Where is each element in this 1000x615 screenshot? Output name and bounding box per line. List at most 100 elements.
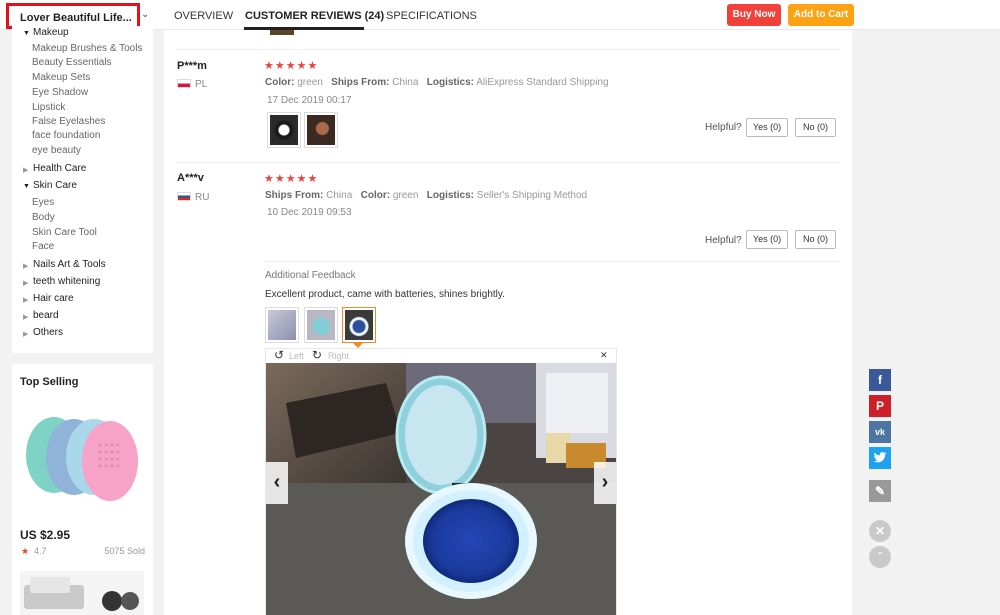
attr-value: Seller's Shipping Method xyxy=(476,190,588,201)
image-viewer: ↺ Left ↻ Right ✕ ‹ › xyxy=(265,348,617,615)
helpful-label: Helpful? xyxy=(705,235,742,246)
close-icon[interactable]: ✕ xyxy=(600,350,608,361)
review-photo-large: ‹ › xyxy=(266,363,616,615)
partial-review-image xyxy=(270,30,294,35)
divider xyxy=(264,261,840,262)
category-teeth-whitening[interactable]: teeth whitening xyxy=(33,276,100,287)
subcategory-item[interactable]: Skin Care Tool xyxy=(32,227,97,238)
buy-now-button[interactable]: Buy Now xyxy=(727,4,781,26)
product-sold-count: 5075 Sold xyxy=(104,546,145,556)
star-icon: ★ xyxy=(21,546,30,556)
reviewer-name: A***v xyxy=(177,172,204,184)
caret-down-icon: ▼ xyxy=(23,183,30,190)
subcategory-item[interactable]: False Eyelashes xyxy=(32,116,105,127)
attr-label: Ships From: xyxy=(265,190,324,201)
scroll-top-icon[interactable]: ˆ xyxy=(869,546,891,568)
category-others[interactable]: Others xyxy=(33,327,63,338)
twitter-icon[interactable] xyxy=(869,447,891,469)
chevron-down-icon[interactable]: ⌄ xyxy=(141,9,149,20)
rotate-left-label[interactable]: Left xyxy=(289,351,304,361)
reviewer-country: RU xyxy=(195,192,210,203)
review-attributes: Ships From: China Color: green Logistics… xyxy=(265,190,587,201)
tab-customer-reviews[interactable]: CUSTOMER REVIEWS (24) xyxy=(245,10,384,22)
caret-right-icon: ▶ xyxy=(23,263,29,270)
helpful-yes-button[interactable]: Yes (0) xyxy=(746,118,788,137)
review-stars: ★★★★★ xyxy=(264,173,319,185)
attr-label: Color: xyxy=(360,190,391,201)
helpful-label: Helpful? xyxy=(705,122,742,133)
additional-feedback-title: Additional Feedback xyxy=(265,270,356,281)
facebook-icon[interactable]: f xyxy=(869,369,891,391)
attr-value: green xyxy=(392,190,419,201)
reviews-main: P***m PL ★★★★★ Color: green Ships From: … xyxy=(164,30,852,615)
add-to-cart-button[interactable]: Add to Cart xyxy=(788,4,854,26)
rotate-right-label[interactable]: Right xyxy=(328,351,349,361)
category-skin-care[interactable]: Skin Care xyxy=(33,180,77,191)
subcategory-item[interactable]: Makeup Sets xyxy=(32,72,90,83)
attr-value: China xyxy=(392,77,419,88)
category-hair-care[interactable]: Hair care xyxy=(33,293,74,304)
review-photo-thumb[interactable] xyxy=(304,307,338,343)
previous-image-button[interactable]: ‹ xyxy=(266,462,288,504)
reviewer-country: PL xyxy=(195,79,208,90)
attr-label: Color: xyxy=(265,77,295,88)
subcategory-item[interactable]: Body xyxy=(32,212,55,223)
review-photo-thumb[interactable] xyxy=(304,112,338,148)
pencil-icon[interactable]: ✎ xyxy=(869,480,891,502)
subcategory-item[interactable]: face foundation xyxy=(32,130,100,141)
subcategory-item[interactable]: Eyes xyxy=(32,197,54,208)
tab-overview[interactable]: OVERVIEW xyxy=(174,10,233,22)
pinterest-icon[interactable]: P xyxy=(869,395,891,417)
category-beard[interactable]: beard xyxy=(33,310,59,321)
attr-value: green xyxy=(297,77,323,88)
category-health-care[interactable]: Health Care xyxy=(33,163,86,174)
top-selling-title: Top Selling xyxy=(20,376,79,388)
divider xyxy=(176,49,840,50)
helpful-no-button[interactable]: No (0) xyxy=(795,118,836,137)
caret-right-icon: ▶ xyxy=(23,314,29,321)
review-stars: ★★★★★ xyxy=(264,60,319,72)
tab-specifications[interactable]: SPECIFICATIONS xyxy=(386,10,477,22)
caret-right-icon: ▶ xyxy=(23,167,29,174)
additional-feedback-text: Excellent product, came with batteries, … xyxy=(265,289,505,300)
subcategory-item[interactable]: Beauty Essentials xyxy=(32,57,112,68)
caret-right-icon: ▶ xyxy=(23,297,29,304)
caret-right-icon: ▶ xyxy=(23,280,29,287)
subcategory-item[interactable]: Lipstick xyxy=(32,102,65,113)
review-date: 10 Dec 2019 09:53 xyxy=(267,207,352,218)
attr-value: China xyxy=(326,190,353,201)
review-date: 17 Dec 2019 00:17 xyxy=(267,95,352,106)
review-photo-thumb[interactable] xyxy=(265,307,299,343)
vk-icon[interactable]: vk xyxy=(869,421,891,443)
product-image[interactable] xyxy=(20,571,144,615)
helpful-yes-button[interactable]: Yes (0) xyxy=(746,230,788,249)
category-panel: ▼ Makeup Makeup Brushes & Tools Beauty E… xyxy=(12,26,153,353)
category-nails-art[interactable]: Nails Art & Tools xyxy=(33,259,106,270)
close-circle-icon[interactable]: ✕ xyxy=(869,520,891,542)
attr-value: AliExpress Standard Shipping xyxy=(476,77,609,88)
rotate-right-icon[interactable]: ↻ xyxy=(312,349,322,362)
caret-right-icon: ▶ xyxy=(23,331,29,338)
subcategory-item[interactable]: Eye Shadow xyxy=(32,87,88,98)
divider xyxy=(176,162,840,163)
review-photo-thumb-selected[interactable] xyxy=(342,307,376,343)
flag-pl-icon xyxy=(177,79,191,88)
review-attributes: Color: green Ships From: China Logistics… xyxy=(265,77,609,88)
category-makeup[interactable]: Makeup xyxy=(33,27,69,38)
attr-label: Logistics: xyxy=(426,190,474,201)
viewer-toolbar: ↺ Left ↻ Right ✕ xyxy=(266,349,616,363)
subcategory-item[interactable]: eye beauty xyxy=(32,145,81,156)
attr-label: Logistics: xyxy=(426,77,474,88)
next-image-button[interactable]: › xyxy=(594,462,616,504)
caret-down-icon: ▼ xyxy=(23,30,30,37)
product-image[interactable] xyxy=(20,397,144,513)
helpful-no-button[interactable]: No (0) xyxy=(795,230,836,249)
product-price: US $2.95 xyxy=(20,528,71,542)
subcategory-item[interactable]: Face xyxy=(32,241,54,252)
rotate-left-icon[interactable]: ↺ xyxy=(274,349,284,362)
review-photo-thumb[interactable] xyxy=(267,112,301,148)
attr-label: Ships From: xyxy=(331,77,390,88)
subcategory-item[interactable]: Makeup Brushes & Tools xyxy=(32,43,142,54)
flag-ru-icon xyxy=(177,192,191,201)
top-selling-panel: Top Selling US $2.95 ★ 4.7 5075 Sold xyxy=(12,364,153,615)
